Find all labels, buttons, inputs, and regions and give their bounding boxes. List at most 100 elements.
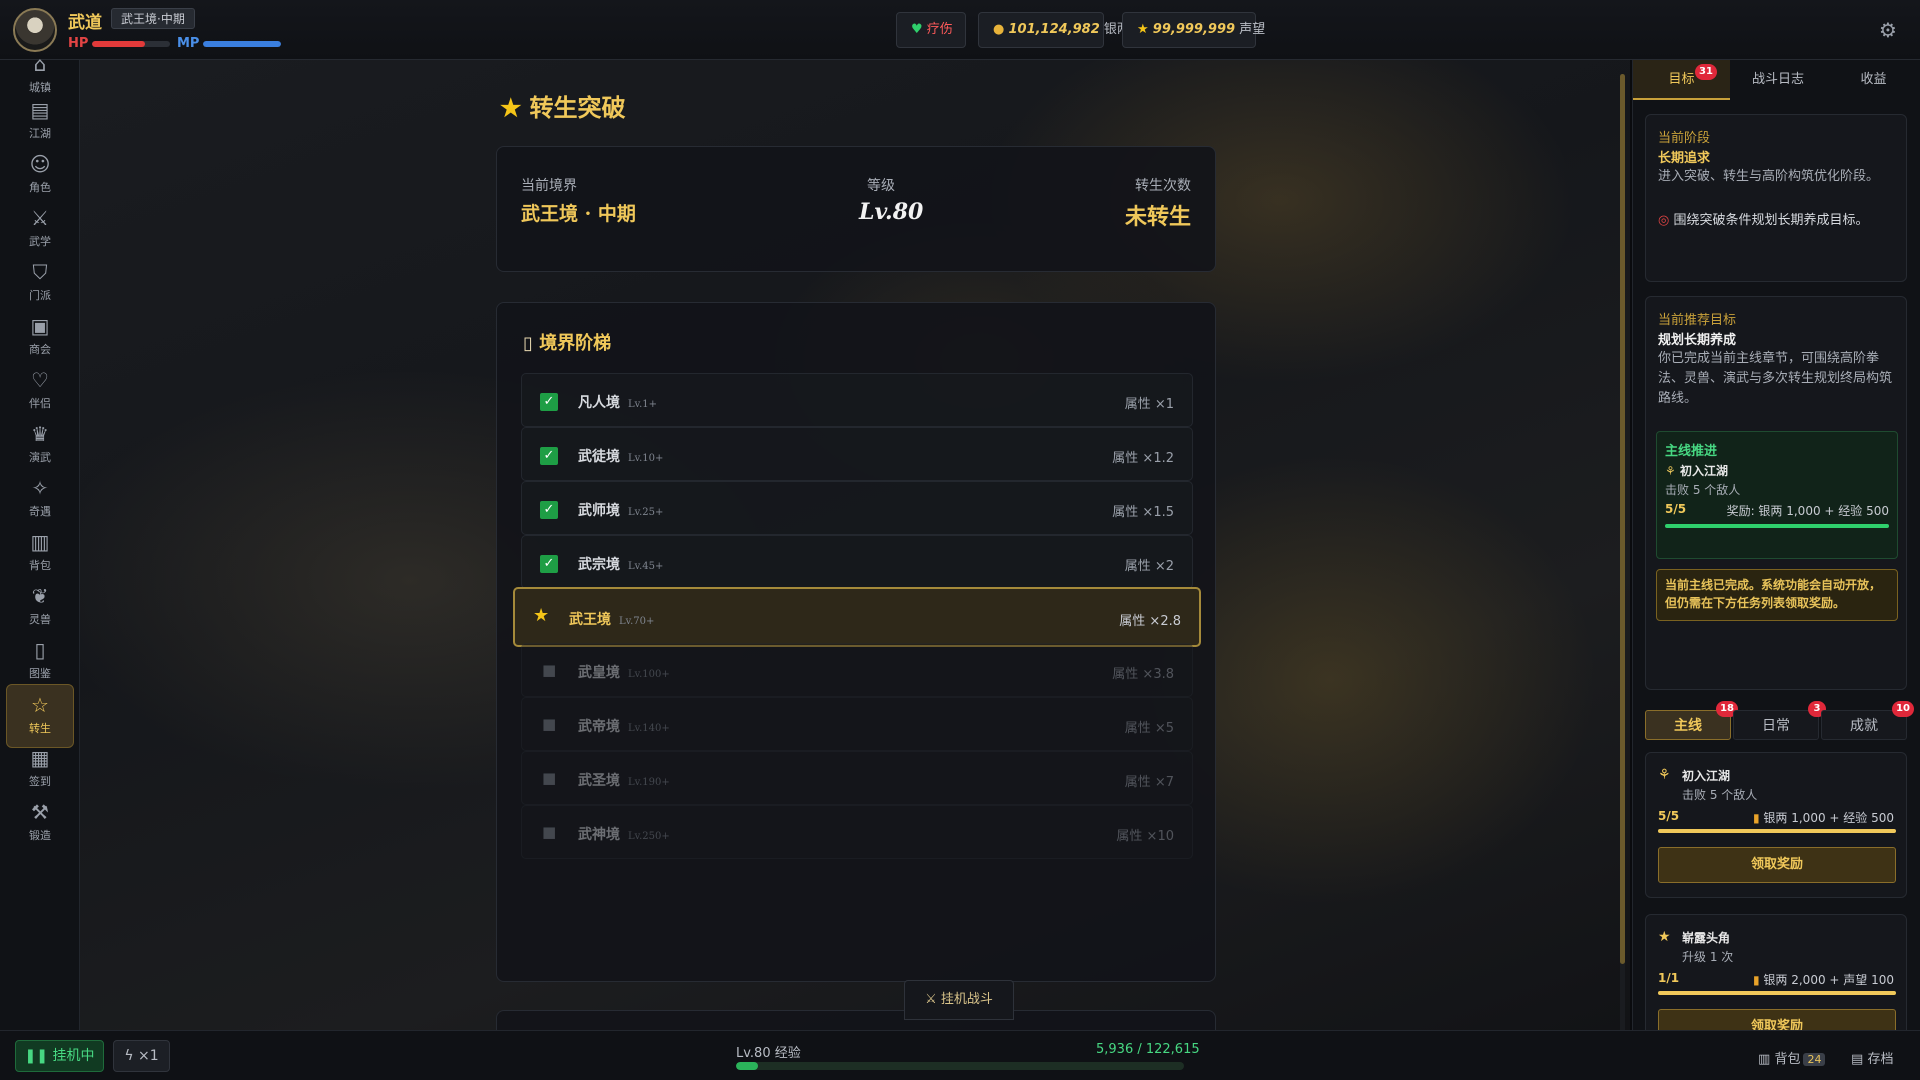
realm-name-text: 武神境: [578, 827, 620, 843]
realm-multiplier: 属性 ×3.8: [1112, 667, 1174, 682]
sidebar-item-forge[interactable]: ⚒ 锻造: [6, 792, 74, 856]
sidebar-item-label: 锻造: [29, 829, 51, 842]
stage-desc: 进入突破、转生与高阶构筑优化阶段。: [1658, 169, 1880, 184]
gear-icon[interactable]: ⚙: [1876, 18, 1900, 42]
realm-multiplier: 属性 ×5: [1124, 721, 1174, 736]
progress-fill: [1658, 991, 1896, 995]
realm-name: 武宗境 Lv.45+: [578, 554, 663, 574]
person-icon: ☺: [29, 152, 51, 176]
goals-badge: 31: [1695, 64, 1717, 80]
page-title: ★ 转生突破: [500, 88, 626, 123]
hp-bar: [92, 41, 170, 47]
realm-name: 武徒境 Lv.10+: [578, 446, 663, 466]
player-name: 武道: [68, 13, 102, 33]
map-icon: ▤: [30, 98, 50, 122]
app-root: 武道 武王境·中期 HP MP ♥ 疗伤 ● 101,124,982 银两 ★ …: [0, 0, 1920, 1080]
stage-tip: ◎ 围绕突破条件规划长期养成目标。: [1658, 211, 1896, 231]
save-button[interactable]: ▤ 存档: [1851, 1048, 1893, 1067]
save-label: 存档: [1867, 1052, 1894, 1067]
lock-icon: ■: [542, 823, 557, 841]
stage-label: 当前阶段: [1658, 131, 1711, 146]
speed-label: ×1: [138, 1048, 159, 1064]
realm-value: 武王境 · 中期: [521, 203, 636, 225]
mainline-progress-box: 主线推进 ⚘ 初入江湖 击败 5 个敌人 5/5 奖励: 银两 1,000 + …: [1656, 431, 1898, 559]
realm-multiplier: 属性 ×2.8: [1119, 614, 1181, 629]
auto-battle-button[interactable]: ⚔ 挂机战斗: [904, 980, 1014, 1020]
speed-button[interactable]: ϟ ×1: [113, 1040, 170, 1072]
tab-quest-daily[interactable]: 日常 3: [1733, 701, 1826, 740]
realm-multiplier: 属性 ×1.5: [1112, 505, 1174, 520]
quest-progress-bar: [1658, 829, 1896, 833]
star-icon: ★: [533, 605, 550, 626]
realm-level: Lv.10+: [628, 453, 664, 464]
bottom-bar: ❚❚ 挂机中 ϟ ×1 Lv.80 经验 5,936 / 122,615 ▥ 背…: [0, 1030, 1920, 1080]
backpack-label: 背包: [1774, 1052, 1801, 1067]
main-scrollbar[interactable]: [1620, 74, 1625, 1030]
status-chip[interactable]: ♥ 疗伤: [896, 12, 966, 48]
realm-row: ✓ 武师境 Lv.25+ 属性 ×1.5: [521, 481, 1193, 535]
fame-unit: 声望: [1239, 22, 1266, 37]
tab-goals[interactable]: 目标 31: [1633, 60, 1730, 100]
realm-badge: 武王境·中期: [111, 8, 195, 29]
rebirth-count-value: 未转生: [1124, 204, 1191, 230]
check-icon: ✓: [540, 501, 558, 519]
quest-desc: 升级 1 次: [1682, 950, 1734, 964]
mainline-quest-desc: 击败 5 个敌人: [1665, 483, 1741, 497]
quest-reward-text: 银两 1,000 + 经验 500: [1763, 811, 1894, 825]
page-title-text: 转生突破: [529, 93, 626, 122]
mainline-progress: 5/5: [1665, 502, 1687, 516]
quest-reward-text: 银两 2,000 + 声望 100: [1763, 973, 1894, 987]
stage-tip-text: 围绕突破条件规划长期养成目标。: [1673, 213, 1869, 228]
recommend-label: 当前推荐目标: [1658, 313, 1737, 328]
progress-fill: [1665, 524, 1889, 528]
tab-income[interactable]: 收益: [1826, 60, 1920, 100]
quest-progress: 1/1: [1658, 971, 1680, 985]
realm-level: Lv.1+: [628, 399, 658, 410]
tab-label: 目标: [1668, 72, 1695, 87]
right-panel: 目标 31 战斗日志 收益 当前阶段 长期追求 进入突破、转生与高阶构筑优化阶段。…: [1632, 60, 1920, 1080]
realm-name-text: 武皇境: [578, 665, 620, 681]
tab-battle-log[interactable]: 战斗日志: [1730, 60, 1826, 100]
ladder-title: ▯ 境界阶梯: [523, 329, 611, 355]
idle-toggle-button[interactable]: ❚❚ 挂机中: [15, 1040, 104, 1072]
star-icon: ★: [500, 93, 522, 122]
xp-bar-fill: [736, 1062, 758, 1070]
star-outline-icon: ☆: [31, 693, 49, 717]
claim-reward-button[interactable]: 领取奖励: [1658, 847, 1896, 883]
realm-multiplier: 属性 ×7: [1124, 775, 1174, 790]
sidebar-item-label: 角色: [29, 181, 51, 194]
lock-icon: ■: [542, 769, 557, 787]
rebirth-status-card: 当前境界 武王境 · 中期 等级 Lv.80 转生次数 未转生: [496, 146, 1216, 272]
star-icon: ★: [1137, 22, 1149, 37]
heart-icon: ♥: [911, 22, 923, 37]
scrollbar-thumb[interactable]: [1620, 74, 1625, 964]
backpack-icon: ▥: [1758, 1052, 1771, 1067]
sidebar-item-label: 武学: [29, 235, 51, 248]
realm-row-locked: ■ 武圣境 Lv.190+ 属性 ×7: [521, 751, 1193, 805]
star-icon: ★: [1658, 929, 1671, 945]
current-stage-card: 当前阶段 长期追求 进入突破、转生与高阶构筑优化阶段。 ◎ 围绕突破条件规划长期…: [1645, 114, 1907, 282]
auto-battle-label: 挂机战斗: [940, 992, 993, 1007]
backpack-button[interactable]: ▥ 背包 24: [1758, 1048, 1826, 1067]
stage-title: 长期追求: [1658, 151, 1711, 166]
realm-row-locked: ■ 武帝境 Lv.140+ 属性 ×5: [521, 697, 1193, 751]
realm-level: Lv.100+: [628, 669, 670, 680]
lock-icon: ■: [542, 715, 557, 733]
fame-value: 99,999,999: [1152, 22, 1236, 37]
quest-name: 初入江湖: [1682, 769, 1731, 783]
tab-quest-achievement[interactable]: 成就 10: [1821, 701, 1914, 740]
realm-row: ✓ 凡人境 Lv.1+ 属性 ×1: [521, 373, 1193, 427]
recommended-goal-card: 当前推荐目标 规划长期养成 你已完成当前主线章节，可围绕高阶拳法、灵兽、演武与多…: [1645, 296, 1907, 690]
fame-chip: ★ 99,999,999 声望: [1122, 12, 1265, 48]
tab-label: 日常: [1762, 718, 1790, 734]
ladder-title-text: 境界阶梯: [539, 333, 612, 354]
sidebar-item-label: 演武: [29, 451, 51, 464]
mainline-quest-name-text: 初入江湖: [1679, 464, 1728, 478]
heart-icon: ♡: [31, 368, 49, 392]
sprout-icon: ⚘: [1658, 767, 1671, 783]
gift-icon: ▮: [1752, 973, 1760, 987]
check-icon: ✓: [540, 393, 558, 411]
tab-quest-main[interactable]: 主线 18: [1645, 701, 1738, 740]
mp-bar: [203, 41, 281, 47]
idle-label: 挂机中: [52, 1048, 95, 1064]
